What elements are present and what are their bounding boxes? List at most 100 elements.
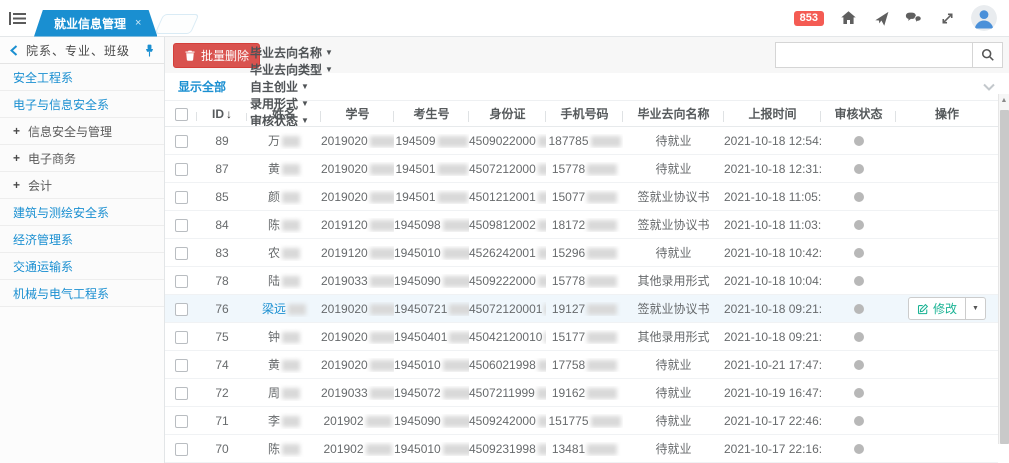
cell-exam-no: 1945098 [394, 218, 469, 232]
column-header-exam-no[interactable]: 考生号 [394, 105, 469, 122]
sidebar-item-major[interactable]: + 信息安全与管理 [0, 118, 164, 145]
home-icon[interactable] [839, 9, 857, 27]
column-header-student-no[interactable]: 学号 [321, 105, 394, 122]
filter-dropdown[interactable]: 自主创业 ▼ [250, 78, 333, 95]
expand-plus-icon[interactable]: + [13, 178, 20, 192]
select-all-checkbox[interactable] [175, 108, 188, 121]
redaction-box [443, 444, 469, 455]
row-checkbox[interactable] [175, 415, 188, 428]
redaction-box [366, 416, 392, 427]
batch-delete-button[interactable]: 批量删除 [173, 43, 260, 68]
table-row: 71 李 201902 1945090 4509242000 151775 待就… [165, 407, 998, 435]
cell-student-no: 2019033 [321, 274, 394, 288]
redaction-box [438, 164, 468, 175]
tab-close-icon[interactable]: × [135, 17, 141, 29]
cell-phone: 18172 [546, 218, 623, 232]
row-checkbox[interactable] [175, 163, 188, 176]
cell-destination: 其他录用形式 [623, 272, 724, 289]
cell-phone: 17758 [546, 358, 623, 372]
row-checkbox[interactable] [175, 387, 188, 400]
cell-id-card: 45042120010 [469, 330, 546, 344]
sidebar-item-dept[interactable]: 机械与电气工程系 [0, 280, 164, 307]
expand-plus-icon[interactable]: + [13, 124, 20, 138]
sidebar-item-major[interactable]: + 会计 [0, 172, 164, 199]
redaction-box [537, 388, 546, 399]
filter-dropdown[interactable]: 毕业去向类型 ▼ [250, 61, 333, 78]
scrollbar-thumb[interactable] [1000, 110, 1009, 444]
column-header-phone[interactable]: 手机号码 [546, 105, 623, 122]
chevron-down-icon: ▼ [325, 48, 333, 57]
filter-show-all[interactable]: 显示全部 [178, 78, 226, 95]
column-header-id-card[interactable]: 身份证 [469, 105, 546, 122]
redaction-box [538, 136, 546, 147]
chat-icon[interactable] [905, 9, 923, 27]
sidebar-toggle-icon[interactable] [0, 11, 34, 26]
tab-employment-info[interactable]: 就业信息管理 × [34, 10, 157, 37]
send-icon[interactable] [872, 9, 890, 27]
redaction-box [587, 444, 617, 455]
row-checkbox[interactable] [175, 135, 188, 148]
expand-plus-icon[interactable]: + [13, 151, 20, 165]
action-dropdown-caret[interactable]: ▼ [966, 297, 986, 320]
row-checkbox[interactable] [175, 303, 188, 316]
table-row: 89 万 2019020 194509 4509022000 187785 待就… [165, 127, 998, 155]
row-checkbox[interactable] [175, 275, 188, 288]
sidebar-item-label: 电子与信息安全系 [13, 96, 109, 113]
sidebar-item-dept[interactable]: 经济管理系 [0, 226, 164, 253]
cell-name: 钟 [247, 328, 321, 345]
redaction-box [538, 360, 546, 371]
row-checkbox[interactable] [175, 331, 188, 344]
redaction-box [587, 164, 617, 175]
column-header-audit-status[interactable]: 审核状态 [821, 105, 896, 122]
sidebar-collapse-icon[interactable] [10, 45, 18, 56]
sidebar-item-dept[interactable]: 电子与信息安全系 [0, 91, 164, 118]
column-header-destination[interactable]: 毕业去向名称 [623, 105, 724, 122]
table-body: 89 万 2019020 194509 4509022000 187785 待就… [165, 127, 1009, 463]
cell-id: 70 [197, 442, 247, 456]
edit-button[interactable]: 修改 [908, 297, 966, 320]
row-checkbox[interactable] [175, 443, 188, 456]
row-select-cell [165, 273, 197, 287]
sidebar-item-major[interactable]: + 电子商务 [0, 145, 164, 172]
column-header-name[interactable]: 姓名 [247, 105, 321, 122]
search-button[interactable] [972, 43, 1002, 67]
column-header-id[interactable]: ID↓ [197, 107, 247, 121]
scrollbar-up-arrow[interactable]: ▲ [999, 94, 1009, 106]
pin-icon[interactable] [143, 43, 156, 58]
cell-name: 黄 [247, 160, 321, 177]
cell-audit-status [821, 386, 896, 400]
user-avatar[interactable] [971, 5, 997, 31]
cell-audit-status [821, 218, 896, 232]
expand-icon[interactable] [938, 9, 956, 27]
filter-dropdown-label: 毕业去向类型 [250, 61, 322, 78]
sidebar-item-dept[interactable]: 建筑与测绘安全系 [0, 199, 164, 226]
top-bar: 就业信息管理 × 853 [0, 0, 1009, 37]
sidebar-item-label: 信息安全与管理 [28, 123, 112, 140]
status-dot [854, 444, 864, 454]
filter-collapse-icon[interactable] [983, 83, 995, 91]
sidebar-item-label: 安全工程系 [13, 69, 73, 86]
notification-badge[interactable]: 853 [794, 11, 824, 26]
row-checkbox[interactable] [175, 359, 188, 372]
cell-id: 72 [197, 386, 247, 400]
cell-destination: 待就业 [623, 412, 724, 429]
row-checkbox[interactable] [175, 191, 188, 204]
column-header-report-time[interactable]: 上报时间 [724, 105, 821, 122]
redaction-box [587, 220, 617, 231]
row-checkbox[interactable] [175, 247, 188, 260]
cell-destination: 签就业协议书 [623, 216, 724, 233]
search-box [775, 42, 1003, 68]
sidebar-item-dept[interactable]: 安全工程系 [0, 64, 164, 91]
redaction-box [587, 332, 617, 343]
table-header-row: ID↓ 姓名 学号 考生号 身份证 手机号码 毕业去向名称 上报时间 审核状态 … [165, 101, 998, 127]
sidebar-item-dept[interactable]: 交通运输系 [0, 253, 164, 280]
cell-name: 农 [247, 244, 321, 261]
redaction-box [538, 276, 546, 287]
search-input[interactable] [776, 43, 972, 67]
cell-exam-no: 1945010 [394, 246, 469, 260]
row-checkbox[interactable] [175, 219, 188, 232]
filter-dropdown[interactable]: 毕业去向名称 ▼ [250, 44, 333, 61]
vertical-scrollbar[interactable]: ▲ [998, 94, 1009, 444]
redaction-box [538, 220, 546, 231]
redaction-box [370, 164, 394, 175]
